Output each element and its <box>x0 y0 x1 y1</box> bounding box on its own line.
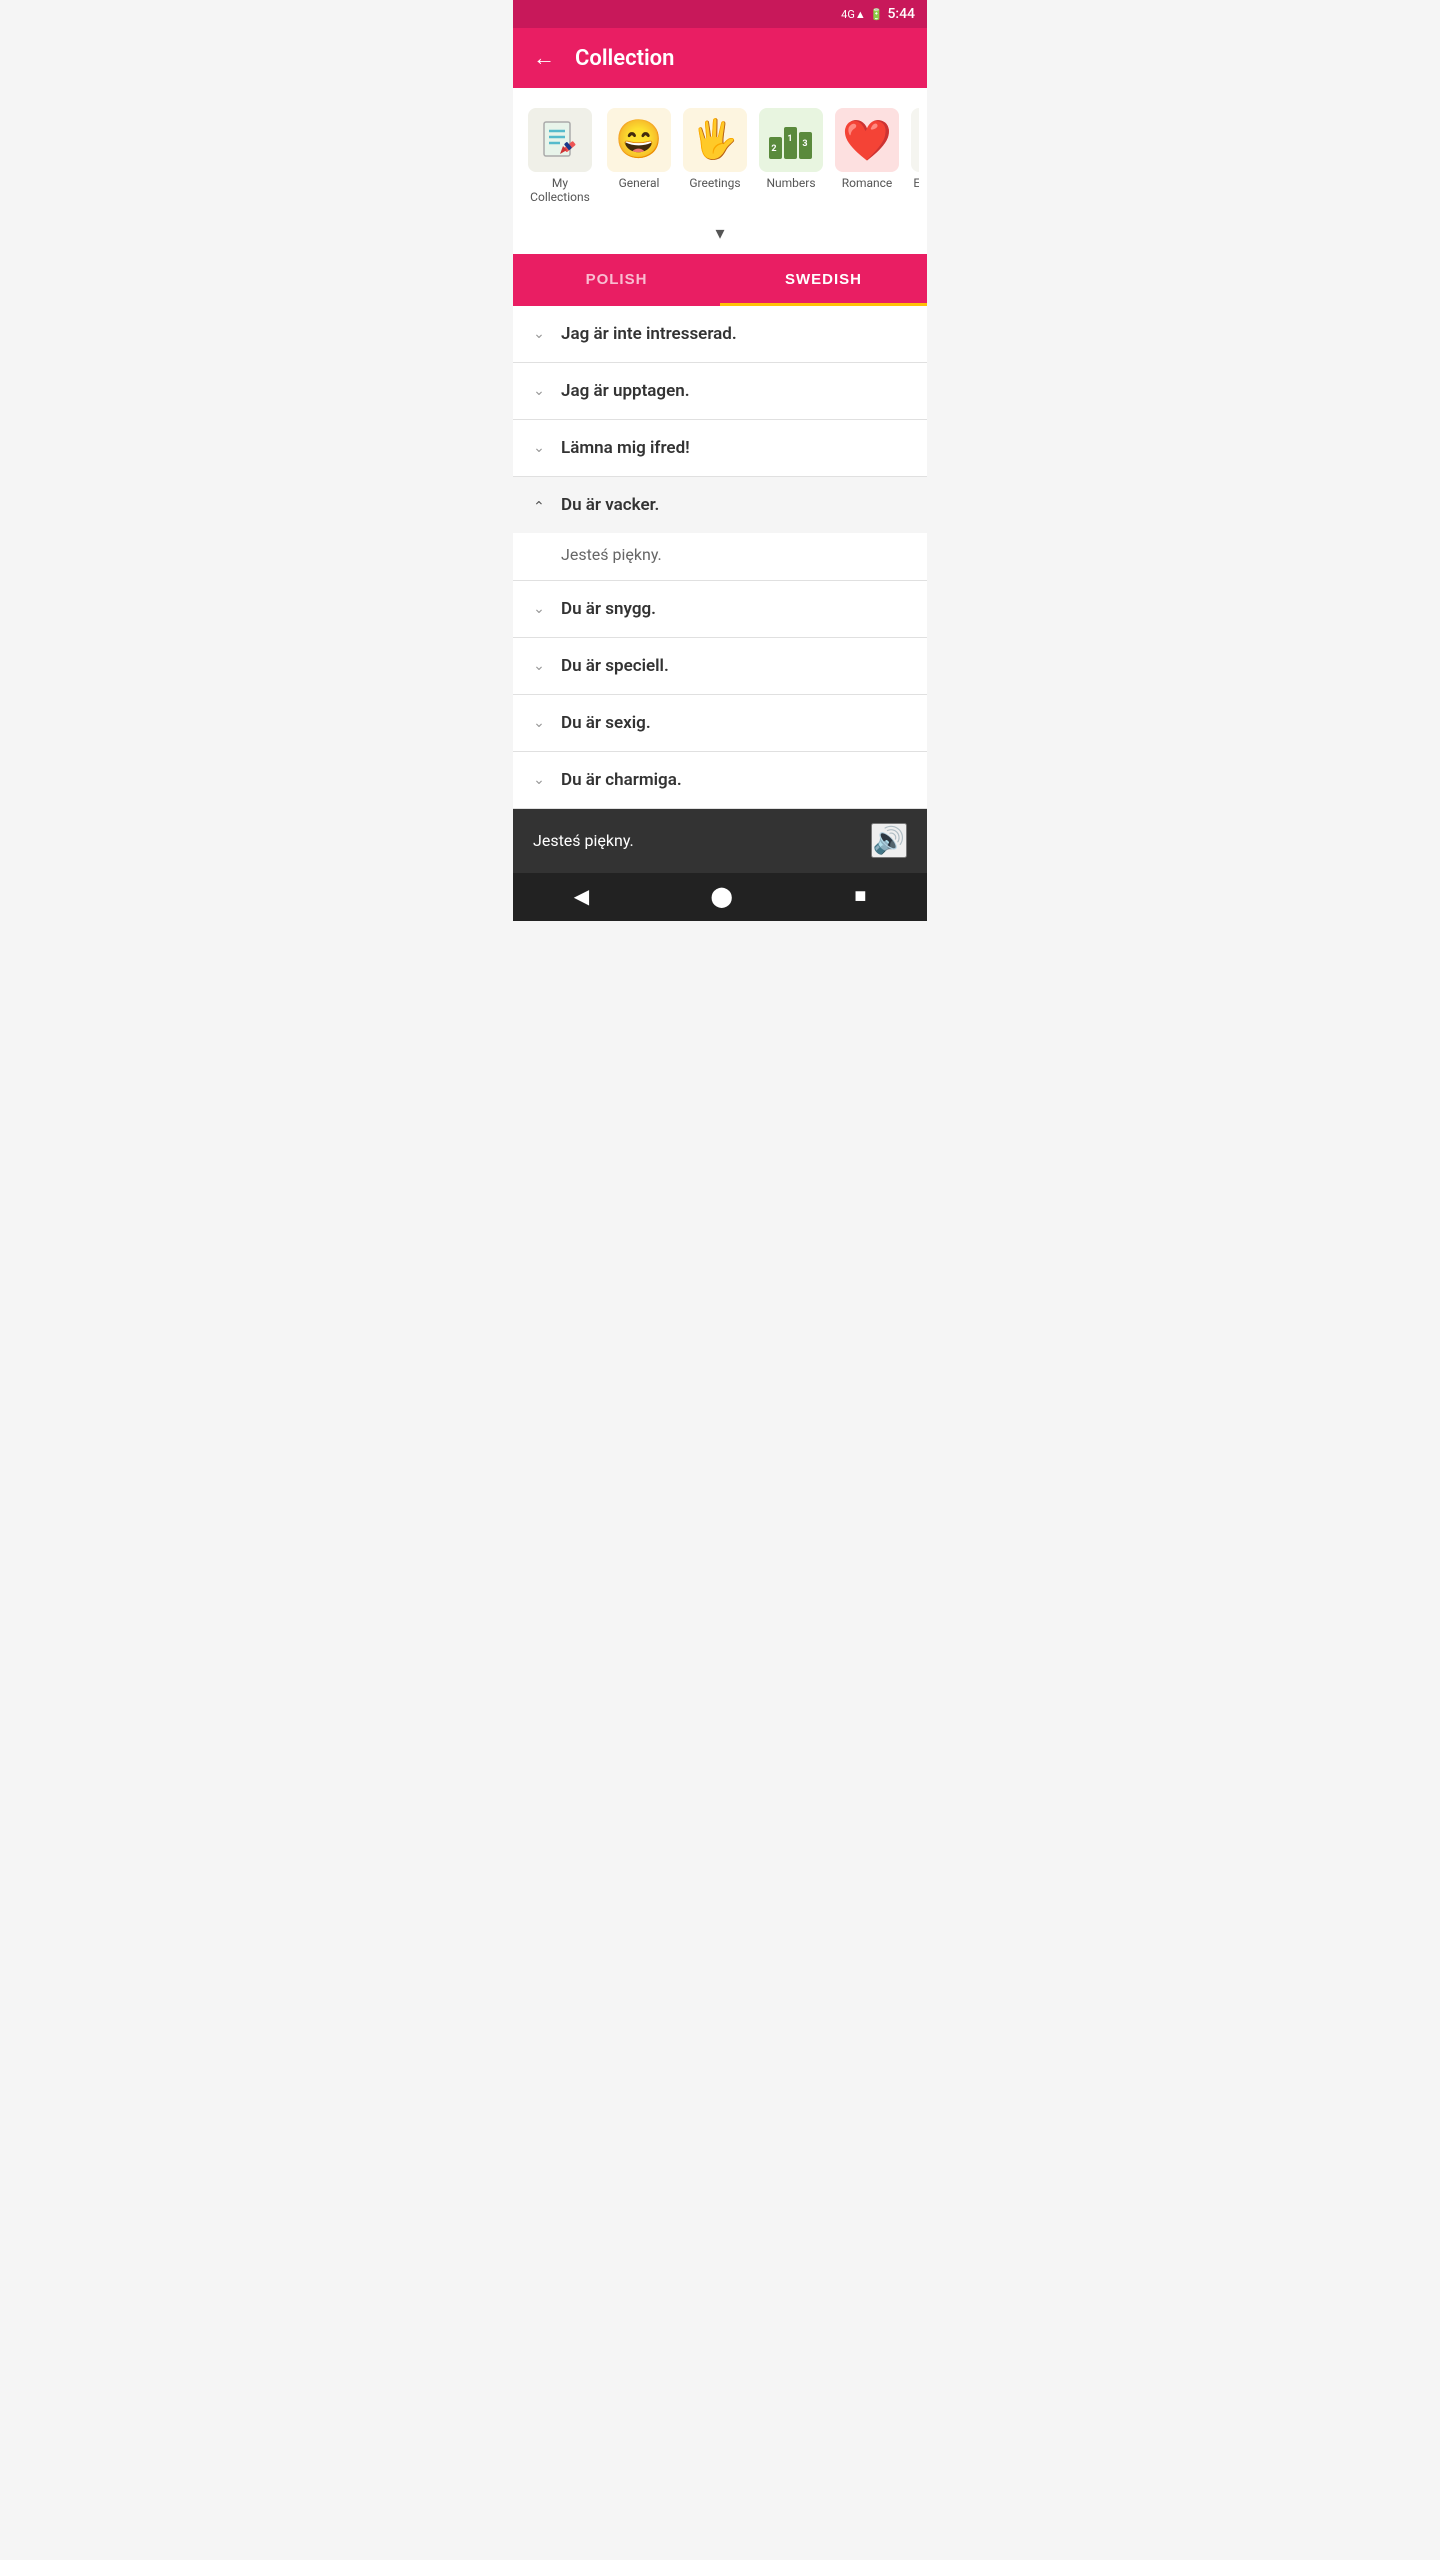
translation-text-4: Jesteś piękny. <box>561 545 662 564</box>
greetings-icon-wrap: 🖐 <box>683 108 747 172</box>
romance-icon: ❤️ <box>842 117 892 164</box>
status-time: 5:44 <box>887 6 915 22</box>
chevron-up-icon-4: ⌄ <box>529 497 549 513</box>
chevron-icon-6: ⌄ <box>529 658 549 674</box>
nav-home-icon: ⬤ <box>710 884 732 909</box>
phrase-text-7: Du är sexig. <box>561 713 651 733</box>
phrase-row-6[interactable]: ⌄ Du är speciell. <box>513 638 927 694</box>
phrase-text-5: Du är snygg. <box>561 599 656 619</box>
phrase-row-1[interactable]: ⌄ Jag är inte intresserad. <box>513 306 927 362</box>
greetings-icon: 🖐 <box>691 118 738 162</box>
language-tabs: POLISH SWEDISH <box>513 254 927 306</box>
chevron-icon-5: ⌄ <box>529 601 549 617</box>
phrase-text-3: Lämna mig ifred! <box>561 438 690 458</box>
phrase-row-7[interactable]: ⌄ Du är sexig. <box>513 695 927 751</box>
category-label-emergency: Emergency <box>913 176 919 190</box>
nav-bar: ◀ ⬤ ■ <box>513 873 927 921</box>
phrase-item-8: ⌄ Du är charmiga. <box>513 752 927 809</box>
my-collections-icon <box>536 116 584 164</box>
category-item-romance[interactable]: ❤️ Romance <box>831 104 903 209</box>
expand-categories-button[interactable]: ▾ <box>513 217 927 254</box>
phrase-text-1: Jag är inte intresserad. <box>561 324 737 344</box>
back-button[interactable]: ← <box>529 41 559 75</box>
svg-text:2: 2 <box>771 144 776 154</box>
tab-polish[interactable]: POLISH <box>513 254 720 306</box>
svg-text:1: 1 <box>787 134 792 144</box>
phrase-item-1: ⌄ Jag är inte intresserad. <box>513 306 927 363</box>
category-label-general: General <box>619 176 660 190</box>
emergency-icon-wrap: + <box>911 108 919 172</box>
category-label-greetings: Greetings <box>689 176 740 190</box>
phrase-text-4: Du är vacker. <box>561 495 659 515</box>
my-collections-icon-wrap <box>528 108 592 172</box>
chevron-icon-8: ⌄ <box>529 772 549 788</box>
phrase-row-4[interactable]: ⌄ Du är vacker. <box>513 477 927 533</box>
category-label-my-collections: My Collections <box>525 176 595 205</box>
phrase-row-3[interactable]: ⌄ Lämna mig ifred! <box>513 420 927 476</box>
phrase-list-container[interactable]: ⌄ Jag är inte intresserad. ⌄ Jag är uppt… <box>513 306 927 809</box>
phrase-row-5[interactable]: ⌄ Du är snygg. <box>513 581 927 637</box>
audio-bar: Jesteś piękny. 🔊 <box>513 809 927 873</box>
chevron-icon-3: ⌄ <box>529 440 549 456</box>
audio-play-button[interactable]: 🔊 <box>871 823 907 858</box>
category-section: My Collections 😄 General 🖐 Greetings 2 <box>513 88 927 217</box>
phrase-row-2[interactable]: ⌄ Jag är upptagen. <box>513 363 927 419</box>
phrase-list: ⌄ Jag är inte intresserad. ⌄ Jag är uppt… <box>513 306 927 809</box>
category-item-general[interactable]: 😄 General <box>603 104 675 209</box>
general-icon-wrap: 😄 <box>607 108 671 172</box>
phrase-row-8[interactable]: ⌄ Du är charmiga. <box>513 752 927 808</box>
svg-text:3: 3 <box>802 139 807 149</box>
nav-back-button[interactable]: ◀ <box>554 876 609 917</box>
phrase-text-2: Jag är upptagen. <box>561 381 690 401</box>
battery-icon: 🔋 <box>870 8 884 21</box>
nav-back-icon: ◀ <box>574 884 589 909</box>
toolbar-title: Collection <box>575 46 674 71</box>
chevron-icon-2: ⌄ <box>529 383 549 399</box>
phrase-item-3: ⌄ Lämna mig ifred! <box>513 420 927 477</box>
chevron-down-icon: ▾ <box>715 223 724 244</box>
numbers-icon: 2 1 3 <box>767 117 815 163</box>
category-item-my-collections[interactable]: My Collections <box>521 104 599 209</box>
toolbar: ← Collection <box>513 28 927 88</box>
phrase-item-5: ⌄ Du är snygg. <box>513 581 927 638</box>
chevron-icon-7: ⌄ <box>529 715 549 731</box>
status-icons: 4G▲ 🔋 5:44 <box>841 6 915 22</box>
romance-icon-wrap: ❤️ <box>835 108 899 172</box>
signal-icon: 4G▲ <box>841 8 866 21</box>
phrase-item-7: ⌄ Du är sexig. <box>513 695 927 752</box>
category-label-romance: Romance <box>842 176 893 190</box>
nav-recent-icon: ■ <box>854 885 866 908</box>
translation-row-4: Jesteś piękny. <box>513 533 927 580</box>
category-row: My Collections 😄 General 🖐 Greetings 2 <box>521 104 919 209</box>
general-icon: 😄 <box>615 118 662 162</box>
phrase-text-6: Du är speciell. <box>561 656 669 676</box>
category-item-greetings[interactable]: 🖐 Greetings <box>679 104 751 209</box>
phrase-item-4: ⌄ Du är vacker. Jesteś piękny. <box>513 477 927 581</box>
audio-bar-text: Jesteś piękny. <box>533 831 634 850</box>
status-bar: 4G▲ 🔋 5:44 <box>513 0 927 28</box>
tab-swedish[interactable]: SWEDISH <box>720 254 927 306</box>
chevron-icon-1: ⌄ <box>529 326 549 342</box>
speaker-icon: 🔊 <box>873 825 905 855</box>
category-label-numbers: Numbers <box>766 176 815 190</box>
phrase-text-8: Du är charmiga. <box>561 770 682 790</box>
nav-home-button[interactable]: ⬤ <box>690 876 752 917</box>
category-item-emergency[interactable]: + Emergency <box>907 104 919 209</box>
phrase-item-6: ⌄ Du är speciell. <box>513 638 927 695</box>
nav-recent-button[interactable]: ■ <box>834 877 886 916</box>
phrase-item-2: ⌄ Jag är upptagen. <box>513 363 927 420</box>
numbers-icon-wrap: 2 1 3 <box>759 108 823 172</box>
category-item-numbers[interactable]: 2 1 3 Numbers <box>755 104 827 209</box>
